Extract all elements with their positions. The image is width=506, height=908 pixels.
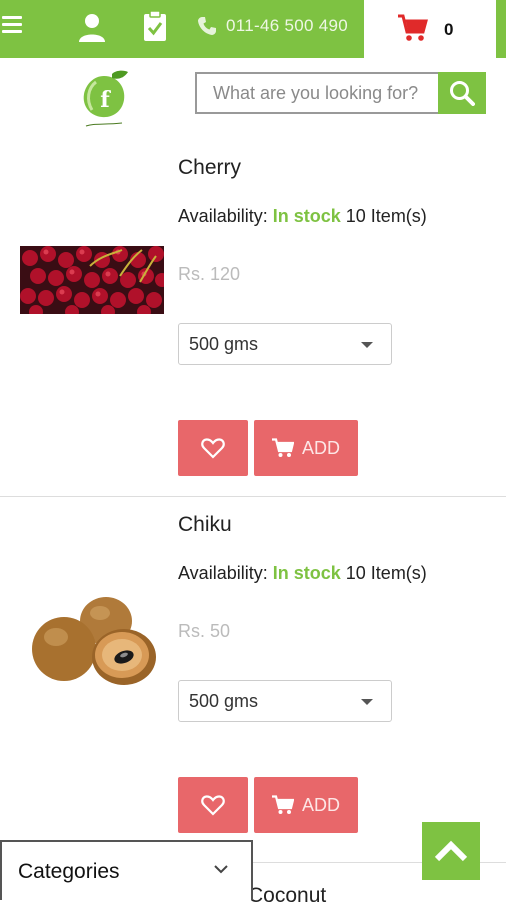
clipboard-check-icon[interactable] — [142, 10, 168, 42]
add-to-cart-button[interactable]: ADD — [254, 777, 358, 833]
svg-text:f: f — [100, 87, 111, 113]
scroll-to-top-button[interactable] — [422, 822, 480, 880]
availability-label: Availability: — [178, 206, 268, 226]
wishlist-button[interactable] — [178, 420, 248, 476]
availability: Availability: In stock 10 Item(s) — [178, 206, 427, 227]
categories-label: Categories — [18, 860, 120, 883]
cart-count-badge: 0 — [444, 20, 454, 39]
stock-quantity: 10 Item(s) — [345, 206, 427, 226]
search-icon — [450, 81, 475, 106]
product-name[interactable]: Cherry — [178, 156, 241, 180]
size-select-value: 500 gms — [189, 334, 259, 354]
add-button-label: ADD — [301, 437, 340, 458]
chiku-image[interactable] — [30, 593, 158, 697]
shopping-cart-icon — [398, 14, 428, 41]
phone-icon — [198, 17, 216, 35]
stock-status: In stock — [272, 563, 341, 583]
hamburger-menu-icon[interactable] — [2, 16, 22, 36]
search-field[interactable] — [195, 72, 439, 114]
search-button[interactable] — [438, 72, 486, 114]
caret-down-icon — [361, 342, 373, 348]
top-bar: 011-46 500 490 0 — [0, 0, 506, 58]
fruit-lounge-logo[interactable]: f — [74, 70, 134, 130]
chevron-up-icon — [434, 840, 468, 862]
product-price: Rs. 120 — [178, 264, 241, 284]
product-card: Chiku Availability: In stock 10 Item(s) … — [0, 497, 506, 863]
heart-icon — [201, 795, 225, 816]
caret-down-icon — [361, 699, 373, 705]
size-select[interactable]: 500 gms — [178, 323, 392, 365]
chevron-down-icon — [214, 865, 228, 874]
cherry-image[interactable] — [20, 246, 164, 314]
wishlist-button[interactable] — [178, 777, 248, 833]
availability-label: Availability: — [178, 563, 268, 583]
size-select-value: 500 gms — [189, 691, 259, 711]
product-name[interactable]: Chiku — [178, 513, 232, 537]
user-icon[interactable] — [78, 12, 106, 42]
cart-icon — [271, 438, 294, 457]
heart-icon — [201, 438, 225, 459]
add-button-label: ADD — [301, 794, 340, 815]
search-input[interactable] — [197, 74, 439, 112]
product-card: Cherry Availability: In stock 10 Item(s)… — [0, 140, 506, 497]
stock-quantity: 10 Item(s) — [345, 563, 427, 583]
availability: Availability: In stock 10 Item(s) — [178, 563, 427, 584]
cart-icon — [271, 795, 294, 814]
product-price: Rs. 50 — [178, 621, 231, 641]
add-to-cart-button[interactable]: ADD — [254, 420, 358, 476]
categories-dropdown[interactable]: Categories — [0, 840, 253, 900]
phone-number[interactable]: 011-46 500 490 — [226, 16, 348, 36]
cart-button[interactable]: 0 — [364, 0, 496, 58]
stock-status: In stock — [272, 206, 341, 226]
size-select[interactable]: 500 gms — [178, 680, 392, 722]
product-name-partial[interactable]: Coconut — [248, 884, 326, 908]
